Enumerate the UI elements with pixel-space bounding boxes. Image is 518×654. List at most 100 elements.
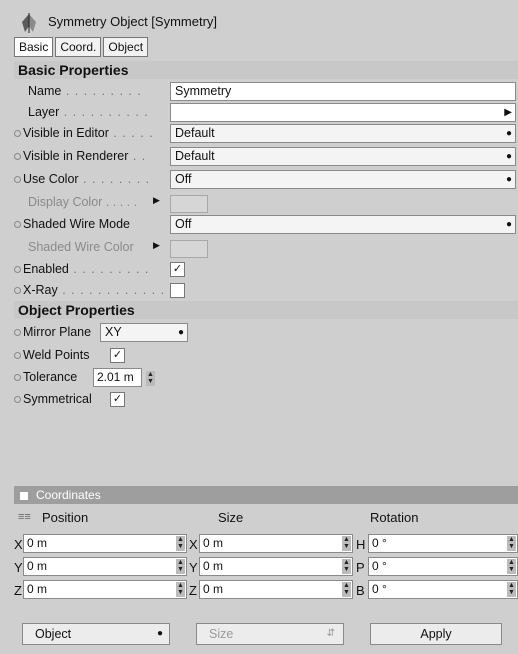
visible-in-renderer-label: Visible in Renderer: [23, 149, 129, 163]
animation-dot-icon[interactable]: [14, 396, 21, 404]
position-column-label: Position: [42, 510, 89, 525]
tolerance-spinner-icon[interactable]: ▲ ▼: [146, 371, 155, 386]
name-field[interactable]: Symmetry: [170, 82, 516, 101]
chevron-right-icon[interactable]: ▶: [504, 104, 512, 121]
coordinate-row: Z 0 m ▲ ▼ Z 0 m ▲ ▼ B 0 ° ▲ ▼: [14, 580, 518, 602]
basic-properties-header: Basic Properties: [14, 61, 518, 79]
shaded-wire-mode-select[interactable]: Off ●: [170, 215, 516, 234]
spinner-icon[interactable]: ▲ ▼: [507, 536, 516, 551]
dropdown-icon: ●: [505, 174, 512, 185]
dropdown-icon: ●: [505, 151, 512, 162]
animation-dot-icon[interactable]: [14, 374, 21, 382]
position-z-input[interactable]: 0 m ▲ ▼: [23, 580, 187, 599]
shaded-wire-color-swatch[interactable]: [170, 240, 208, 258]
animation-dot-icon[interactable]: [14, 221, 21, 229]
expand-triangle-icon[interactable]: ▶: [153, 195, 160, 206]
layer-label: Layer: [28, 105, 60, 119]
dropdown-icon: ●: [505, 219, 512, 230]
dropdown-icon: ●: [505, 128, 512, 139]
panel-square-icon: [20, 491, 28, 500]
spinner-icon[interactable]: ▲ ▼: [176, 536, 185, 551]
grip-icon[interactable]: ≡≡: [18, 511, 31, 523]
shaded-wire-mode-label: Shaded Wire Mode: [23, 217, 131, 231]
rotation-column-label: Rotation: [370, 510, 419, 525]
spinner-icon[interactable]: ▲ ▼: [507, 582, 516, 597]
visible-in-renderer-select[interactable]: Default ●: [170, 147, 516, 166]
spinner-icon[interactable]: ▲ ▼: [342, 582, 351, 597]
tolerance-row: Tolerance 2.01 m ▲ ▼: [14, 367, 518, 389]
title-bar: Symmetry Object [Symmetry]: [14, 10, 514, 36]
position-y-input[interactable]: 0 m ▲ ▼: [23, 557, 187, 576]
expand-triangle-icon[interactable]: ▶: [153, 240, 160, 251]
weld-points-row: Weld Points ✓: [14, 345, 518, 367]
dropdown-icon: ●: [156, 628, 163, 639]
animation-dot-icon[interactable]: [14, 176, 21, 184]
xray-checkbox[interactable]: [170, 283, 185, 298]
tab-basic[interactable]: Basic: [14, 37, 54, 57]
spinner-icon[interactable]: ▲ ▼: [176, 582, 185, 597]
size-z-input[interactable]: 0 m ▲ ▼: [199, 580, 353, 599]
weld-points-checkbox[interactable]: ✓: [110, 348, 125, 363]
apply-button[interactable]: Apply: [370, 623, 502, 645]
size-mode-select[interactable]: Size ⇵: [196, 623, 344, 645]
name-row: Name . . . . . . . . . Symmetry: [14, 81, 518, 103]
shaded-wire-mode-row: Shaded Wire Mode Off ●: [14, 214, 518, 236]
use-color-label: Use Color: [23, 172, 79, 186]
xray-label: X-Ray: [23, 283, 58, 297]
attribute-manager: Symmetry Object [Symmetry] Basic Coord. …: [0, 0, 518, 654]
dropdown-icon: ⇵: [326, 628, 335, 639]
object-properties-header: Object Properties: [14, 301, 518, 319]
coordinates-header: Coordinates: [14, 486, 518, 504]
rotation-h-input[interactable]: 0 ° ▲ ▼: [368, 534, 518, 553]
symmetrical-label: Symmetrical: [23, 392, 92, 406]
tab-object[interactable]: Object: [103, 37, 149, 57]
use-color-row: Use Color . . . . . . . . Off ●: [14, 169, 518, 191]
symmetry-object-icon: [22, 13, 36, 33]
symmetrical-checkbox[interactable]: ✓: [110, 392, 125, 407]
spinner-icon[interactable]: ▲ ▼: [342, 536, 351, 551]
visible-in-renderer-row: Visible in Renderer . . Default ●: [14, 146, 518, 168]
tab-coord[interactable]: Coord.: [55, 37, 102, 57]
name-label: Name: [28, 84, 62, 98]
animation-dot-icon[interactable]: [14, 287, 21, 295]
coordinate-mode-select[interactable]: Object ●: [22, 623, 170, 645]
mirror-plane-label: Mirror Plane: [23, 325, 92, 339]
position-x-input[interactable]: 0 m ▲ ▼: [23, 534, 187, 553]
symmetrical-row: Symmetrical ✓: [14, 389, 518, 411]
animation-dot-icon[interactable]: [14, 266, 21, 274]
xray-row: X-Ray . . . . . . . . . . . .: [14, 280, 518, 302]
coordinate-row: X 0 m ▲ ▼ X 0 m ▲ ▼ H 0 ° ▲ ▼: [14, 534, 518, 556]
display-color-swatch[interactable]: [170, 195, 208, 213]
size-x-input[interactable]: 0 m ▲ ▼: [199, 534, 353, 553]
spinner-icon[interactable]: ▲ ▼: [342, 559, 351, 574]
tolerance-input[interactable]: 2.01 m: [93, 368, 142, 387]
visible-in-editor-row: Visible in Editor . . . . . Default ●: [14, 123, 518, 145]
layer-field[interactable]: ▶: [170, 103, 516, 122]
mirror-plane-select[interactable]: XY ●: [100, 323, 188, 342]
enabled-label: Enabled: [23, 262, 69, 276]
use-color-select[interactable]: Off ●: [170, 170, 516, 189]
animation-dot-icon[interactable]: [14, 130, 21, 138]
spinner-icon[interactable]: ▲ ▼: [507, 559, 516, 574]
enabled-checkbox[interactable]: ✓: [170, 262, 185, 277]
animation-dot-icon[interactable]: [14, 329, 21, 337]
visible-in-editor-select[interactable]: Default ●: [170, 124, 516, 143]
display-color-label: Display Color: [28, 195, 103, 209]
shaded-wire-color-row: Shaded Wire Color ▶: [14, 237, 518, 259]
enabled-row: Enabled . . . . . . . . . ✓: [14, 259, 518, 281]
tolerance-label: Tolerance: [23, 370, 78, 384]
spinner-icon[interactable]: ▲ ▼: [176, 559, 185, 574]
rotation-p-input[interactable]: 0 ° ▲ ▼: [368, 557, 518, 576]
coordinates-column-headers: ≡≡ Position Size Rotation: [14, 508, 518, 528]
coordinate-row: Y 0 m ▲ ▼ Y 0 m ▲ ▼ P 0 ° ▲ ▼: [14, 557, 518, 579]
rotation-b-input[interactable]: 0 ° ▲ ▼: [368, 580, 518, 599]
object-title: Symmetry Object [Symmetry]: [48, 14, 218, 29]
mirror-plane-row: Mirror Plane XY ●: [14, 322, 518, 344]
display-color-row: Display Color . . . . . ▶: [14, 192, 518, 214]
layer-row: Layer . . . . . . . . . . ▶: [14, 102, 518, 124]
size-column-label: Size: [218, 510, 244, 525]
size-y-input[interactable]: 0 m ▲ ▼: [199, 557, 353, 576]
animation-dot-icon[interactable]: [14, 153, 21, 161]
tab-bar: Basic Coord. Object: [14, 37, 150, 57]
animation-dot-icon[interactable]: [14, 352, 21, 360]
